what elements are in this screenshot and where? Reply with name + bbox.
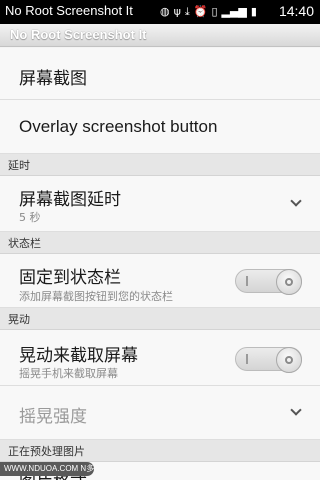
section-header-status-bar: 状态栏 bbox=[0, 232, 320, 254]
section-header-shake-label: 晃动 bbox=[8, 313, 30, 326]
section-header-delay-label: 延时 bbox=[8, 159, 30, 172]
shake-strength-title: 摇晃强度 bbox=[19, 407, 87, 427]
screenshot-item-title: 屏幕截图 bbox=[19, 69, 87, 89]
signal-icon: ▂▄▆ bbox=[221, 5, 247, 18]
chevron-down-icon bbox=[290, 404, 302, 416]
status-bar: No Root Screenshot It ◍ ψ ⤓ ⏰ ▯ ▂▄▆ ▮ 14… bbox=[0, 0, 320, 24]
delay-item[interactable]: 屏幕截图延时 5 秒 bbox=[0, 176, 320, 232]
status-bar-app-title: No Root Screenshot It bbox=[5, 3, 133, 18]
toggle-knob bbox=[276, 269, 302, 295]
shake-to-capture-title: 晃动来截取屏幕 bbox=[19, 346, 138, 366]
pin-to-status-bar-item[interactable]: 固定到状态栏 添加屏幕截图按钮到您的状态栏 bbox=[0, 254, 320, 308]
shake-strength-item[interactable]: 摇晃强度 bbox=[0, 386, 320, 440]
chevron-down-icon bbox=[290, 195, 302, 207]
section-header-delay: 延时 bbox=[0, 154, 320, 176]
usb-icon: ψ bbox=[173, 5, 181, 18]
toggle-knob bbox=[276, 347, 302, 373]
action-bar-title: No Root Screenshot It bbox=[10, 27, 147, 42]
message-icon: ◍ bbox=[160, 5, 170, 18]
section-header-preprocess: 正在预处理图片 bbox=[0, 440, 320, 462]
overlay-button-item[interactable]: Overlay screenshot button bbox=[0, 100, 320, 154]
watermark: WWW.NDUOA.COM N多网 bbox=[0, 462, 94, 476]
pin-to-status-bar-title: 固定到状态栏 bbox=[19, 268, 121, 288]
delay-item-title: 屏幕截图延时 bbox=[19, 190, 121, 210]
action-bar: No Root Screenshot It bbox=[0, 24, 320, 47]
download-icon: ⤓ bbox=[184, 5, 190, 18]
pin-to-status-bar-summary: 添加屏幕截图按钮到您的状态栏 bbox=[19, 290, 173, 303]
shake-to-capture-toggle[interactable] bbox=[235, 347, 302, 373]
section-header-status-bar-label: 状态栏 bbox=[8, 237, 41, 250]
status-icons: ◍ ψ ⤓ ⏰ ▯ ▂▄▆ ▮ bbox=[160, 4, 257, 20]
alarm-icon: ⏰ bbox=[193, 5, 208, 18]
shake-to-capture-item[interactable]: 晃动来截取屏幕 摇晃手机来截取屏幕 bbox=[0, 330, 320, 386]
shake-to-capture-summary: 摇晃手机来截取屏幕 bbox=[19, 367, 118, 380]
battery-icon: ▮ bbox=[250, 5, 257, 18]
screenshot-item[interactable]: 屏幕截图 bbox=[0, 48, 320, 100]
delay-item-value: 5 秒 bbox=[19, 211, 41, 224]
pin-to-status-bar-toggle[interactable] bbox=[235, 269, 302, 295]
section-header-preprocess-label: 正在预处理图片 bbox=[8, 445, 85, 458]
vibrate-icon: ▯ bbox=[211, 5, 218, 18]
status-time: 14:40 bbox=[278, 3, 314, 19]
section-header-shake: 晃动 bbox=[0, 308, 320, 330]
overlay-button-item-title: Overlay screenshot button bbox=[19, 117, 218, 136]
